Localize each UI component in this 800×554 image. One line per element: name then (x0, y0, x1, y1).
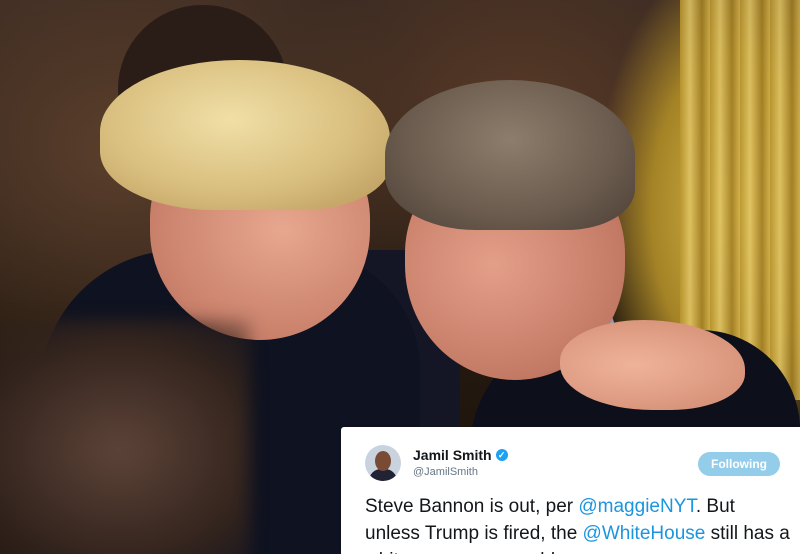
verified-badge-icon: ✓ (495, 449, 508, 461)
right-man-hair (385, 80, 635, 230)
mention-link-whitehouse[interactable]: @WhiteHouse (583, 523, 706, 544)
author-avatar[interactable] (365, 445, 401, 481)
avatar-face (375, 451, 391, 471)
blurred-foreground (0, 320, 250, 554)
left-man-hair (100, 60, 390, 210)
author-name-row: Jamil Smith ✓ (413, 447, 508, 463)
tweet-text-part: Steve Bannon is out, per (365, 496, 579, 517)
author-handle[interactable]: @JamilSmith (413, 466, 478, 478)
tweet-text: Steve Bannon is out, per @maggieNYT. But… (365, 493, 795, 554)
following-button[interactable]: Following (698, 452, 780, 476)
author-name[interactable]: Jamil Smith (413, 447, 492, 463)
mention-link-maggienyt[interactable]: @maggieNYT (578, 496, 696, 517)
tweet-card[interactable]: Jamil Smith ✓ @JamilSmith Following Stev… (341, 427, 800, 554)
